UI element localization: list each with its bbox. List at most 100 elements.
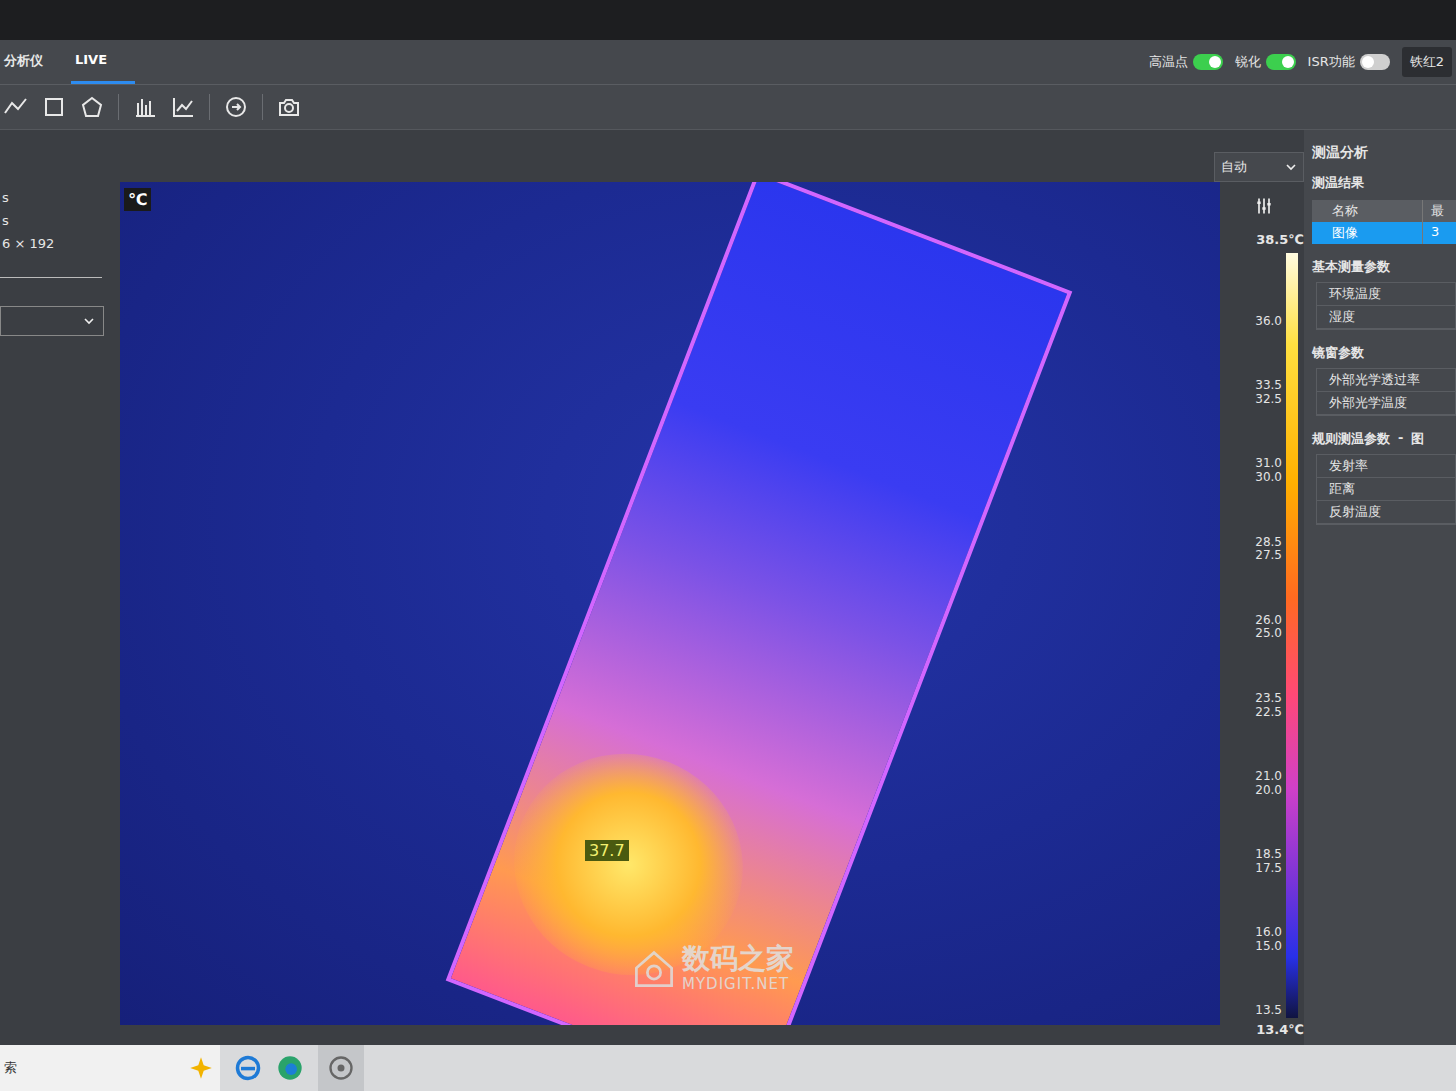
switch[interactable] [1193, 54, 1223, 70]
app-icon [327, 1054, 355, 1082]
section-title: 规则测温参数-图 [1312, 430, 1456, 448]
scale-tick: 13.5 [1255, 1004, 1282, 1018]
thermal-image[interactable]: ℃ 37.7 数码之家MYDIGIT.NET [120, 182, 1220, 1025]
scale-max: 38.5℃ [1256, 232, 1304, 247]
tick-label: 16.0 [1255, 926, 1282, 940]
column-header: 名称 [1312, 200, 1422, 222]
sparkle-icon [188, 1055, 214, 1081]
monitor-bezel [0, 0, 1456, 40]
taskbar-app[interactable] [318, 1045, 364, 1091]
taskbar-search[interactable]: 索 [0, 1045, 220, 1091]
toolbar-separator [262, 94, 263, 120]
field-list: 发射率距离反射温度 [1316, 454, 1456, 525]
param-field[interactable]: 外部光学透过率 [1317, 369, 1455, 392]
edge-icon[interactable] [276, 1054, 304, 1082]
thermal-object [446, 182, 1073, 1025]
range-mode-select[interactable]: 自动 [1214, 152, 1304, 182]
switch-knob [1362, 56, 1374, 68]
dropdown[interactable] [0, 306, 104, 336]
toggle-label: 高温点 [1149, 53, 1188, 71]
tick-label: 30.0 [1255, 471, 1282, 485]
toggle[interactable]: 高温点 [1149, 53, 1223, 71]
tick-label: 31.0 [1255, 457, 1282, 471]
internet-explorer-icon[interactable] [234, 1054, 262, 1082]
param-field[interactable]: 距离 [1317, 478, 1455, 501]
histogram-icon[interactable] [133, 95, 157, 119]
switch[interactable] [1360, 54, 1390, 70]
panel-title: 测温分析 [1312, 134, 1456, 166]
watermark: 数码之家MYDIGIT.NET [632, 944, 794, 993]
param-field[interactable]: 外部光学温度 [1317, 392, 1455, 415]
scale-body: 36.033.532.531.030.028.527.526.025.023.5… [1255, 253, 1298, 1018]
color-scale: 自动 38.5℃36.033.532.531.030.028.527.526.0… [1220, 130, 1304, 1045]
results-table: 名称最图像3 [1312, 200, 1456, 244]
tick-label: 18.5 [1255, 848, 1282, 862]
rectangle-icon[interactable] [42, 95, 66, 119]
tick-label: 17.5 [1255, 862, 1282, 876]
toolbar [0, 85, 1456, 130]
left-panel: ss6 × 192 [0, 130, 118, 1045]
toggle[interactable]: 锐化 [1235, 53, 1296, 71]
scale-tick: 18.517.5 [1255, 848, 1282, 876]
table-header: 名称最 [1312, 200, 1456, 222]
field-list: 外部光学透过率外部光学温度 [1316, 368, 1456, 416]
watermark-text: 数码之家MYDIGIT.NET [682, 944, 794, 993]
unit-label: ℃ [124, 188, 151, 211]
scale-tick: 33.532.5 [1255, 379, 1282, 407]
param-field[interactable]: 环境温度 [1317, 283, 1455, 306]
tick-label: 15.0 [1255, 940, 1282, 954]
tab[interactable]: 分析仪 [0, 40, 71, 84]
tab-bar: 分析仪LIVE 高温点 锐化 ISR功能 铁红2 [0, 40, 1456, 85]
section-title: 测温结果 [1312, 174, 1456, 192]
main-area: ss6 × 192 ℃ 37.7 数码之家MYDIGIT.NET 自动 38.5℃ 36.… [0, 130, 1456, 1045]
column-header: 最 [1422, 200, 1456, 222]
field-list: 环境温度湿度 [1316, 282, 1456, 330]
param-field[interactable]: 反射温度 [1317, 501, 1455, 524]
info-line: s [0, 213, 118, 228]
section-dropdown[interactable]: - [1398, 430, 1403, 448]
section-title: 基本测量参数 [1312, 258, 1456, 276]
watermark-url: MYDIGIT.NET [682, 975, 794, 993]
scale-tick: 23.522.5 [1255, 692, 1282, 720]
line-icon[interactable] [4, 95, 28, 119]
screen: 分析仪LIVE 高温点 锐化 ISR功能 铁红2 ss6 × 192 ℃ 37.7 数码之家MY… [0, 0, 1456, 1091]
tick-label: 32.5 [1255, 393, 1282, 407]
tick-label: 13.5 [1255, 1004, 1282, 1018]
scale-tick: 36.0 [1255, 315, 1282, 329]
rotate-icon[interactable] [224, 95, 248, 119]
image-section: ℃ 37.7 数码之家MYDIGIT.NET [118, 130, 1220, 1045]
tab[interactable]: LIVE [71, 40, 135, 84]
tick-label: 33.5 [1255, 379, 1282, 393]
tick-label: 25.0 [1255, 627, 1282, 641]
tick-label: 22.5 [1255, 706, 1282, 720]
scale-tick: 21.020.0 [1255, 770, 1282, 798]
table-row[interactable]: 图像3 [1312, 222, 1456, 244]
trend-chart-icon[interactable] [171, 95, 195, 119]
switch[interactable] [1266, 54, 1296, 70]
scale-tick: 16.015.0 [1255, 926, 1282, 954]
adjust-icon[interactable] [1254, 196, 1274, 216]
tick-label: 28.5 [1255, 536, 1282, 550]
table-cell: 图像 [1312, 222, 1422, 244]
divider [0, 277, 102, 278]
watermark-name: 数码之家 [682, 944, 794, 975]
hotspot-label: 37.7 [585, 840, 629, 861]
param-field[interactable]: 发射率 [1317, 455, 1455, 478]
toggle[interactable]: ISR功能 [1308, 53, 1390, 71]
toggle-label: 锐化 [1235, 53, 1261, 71]
camera-icon[interactable] [277, 95, 301, 119]
tabs: 分析仪LIVE [0, 40, 135, 84]
toggle-label: ISR功能 [1308, 53, 1355, 71]
tick-label: 20.0 [1255, 784, 1282, 798]
param-field[interactable]: 湿度 [1317, 306, 1455, 329]
chevron-down-icon [1285, 161, 1297, 173]
toolbar-separator [118, 94, 119, 120]
analysis-panel: 测温分析测温结果名称最图像3 基本测量参数环境温度湿度镜窗参数外部光学透过率外部光… [1304, 130, 1456, 1045]
switch-knob [1282, 56, 1294, 68]
scale-min: 13.4℃ [1256, 1022, 1304, 1037]
section-title: 镜窗参数 [1312, 344, 1456, 362]
polygon-icon[interactable] [80, 95, 104, 119]
palette-select[interactable]: 铁红2 [1402, 47, 1452, 77]
switch-knob [1209, 56, 1221, 68]
scale-tick: 28.527.5 [1255, 536, 1282, 564]
